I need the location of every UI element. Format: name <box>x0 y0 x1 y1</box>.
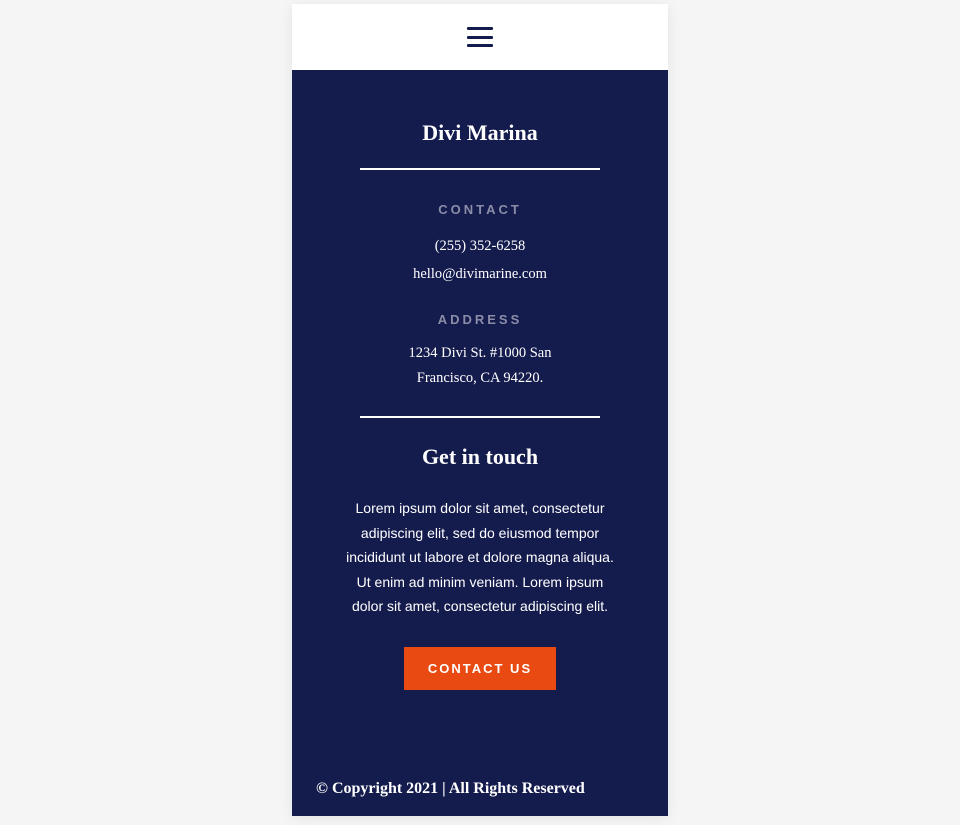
address-label: ADDRESS <box>332 312 628 327</box>
header <box>292 4 668 70</box>
footer-content: Divi Marina CONTACT (255) 352-6258 hello… <box>292 70 668 780</box>
brand-title: Divi Marina <box>332 120 628 146</box>
address-line-2: Francisco, CA 94220. <box>332 366 628 391</box>
contact-label: CONTACT <box>332 202 628 217</box>
footer-bottom: © Copyright 2021 | All Rights Reserved <box>292 780 668 816</box>
get-in-touch-text: Lorem ipsum dolor sit amet, consectetur … <box>342 496 618 619</box>
contact-phone: (255) 352-6258 <box>332 233 628 261</box>
copyright-text: © Copyright 2021 | All Rights Reserved <box>316 780 644 798</box>
divider <box>360 416 600 418</box>
divider <box>360 168 600 170</box>
get-in-touch-title: Get in touch <box>332 444 628 470</box>
menu-icon[interactable] <box>467 27 493 47</box>
address-line-1: 1234 Divi St. #1000 San <box>332 341 628 366</box>
contact-us-button[interactable]: CONTACT US <box>404 647 556 690</box>
contact-email: hello@divimarine.com <box>332 261 628 289</box>
mobile-viewport: Divi Marina CONTACT (255) 352-6258 hello… <box>292 4 668 816</box>
address-text: 1234 Divi St. #1000 San Francisco, CA 94… <box>332 341 628 390</box>
